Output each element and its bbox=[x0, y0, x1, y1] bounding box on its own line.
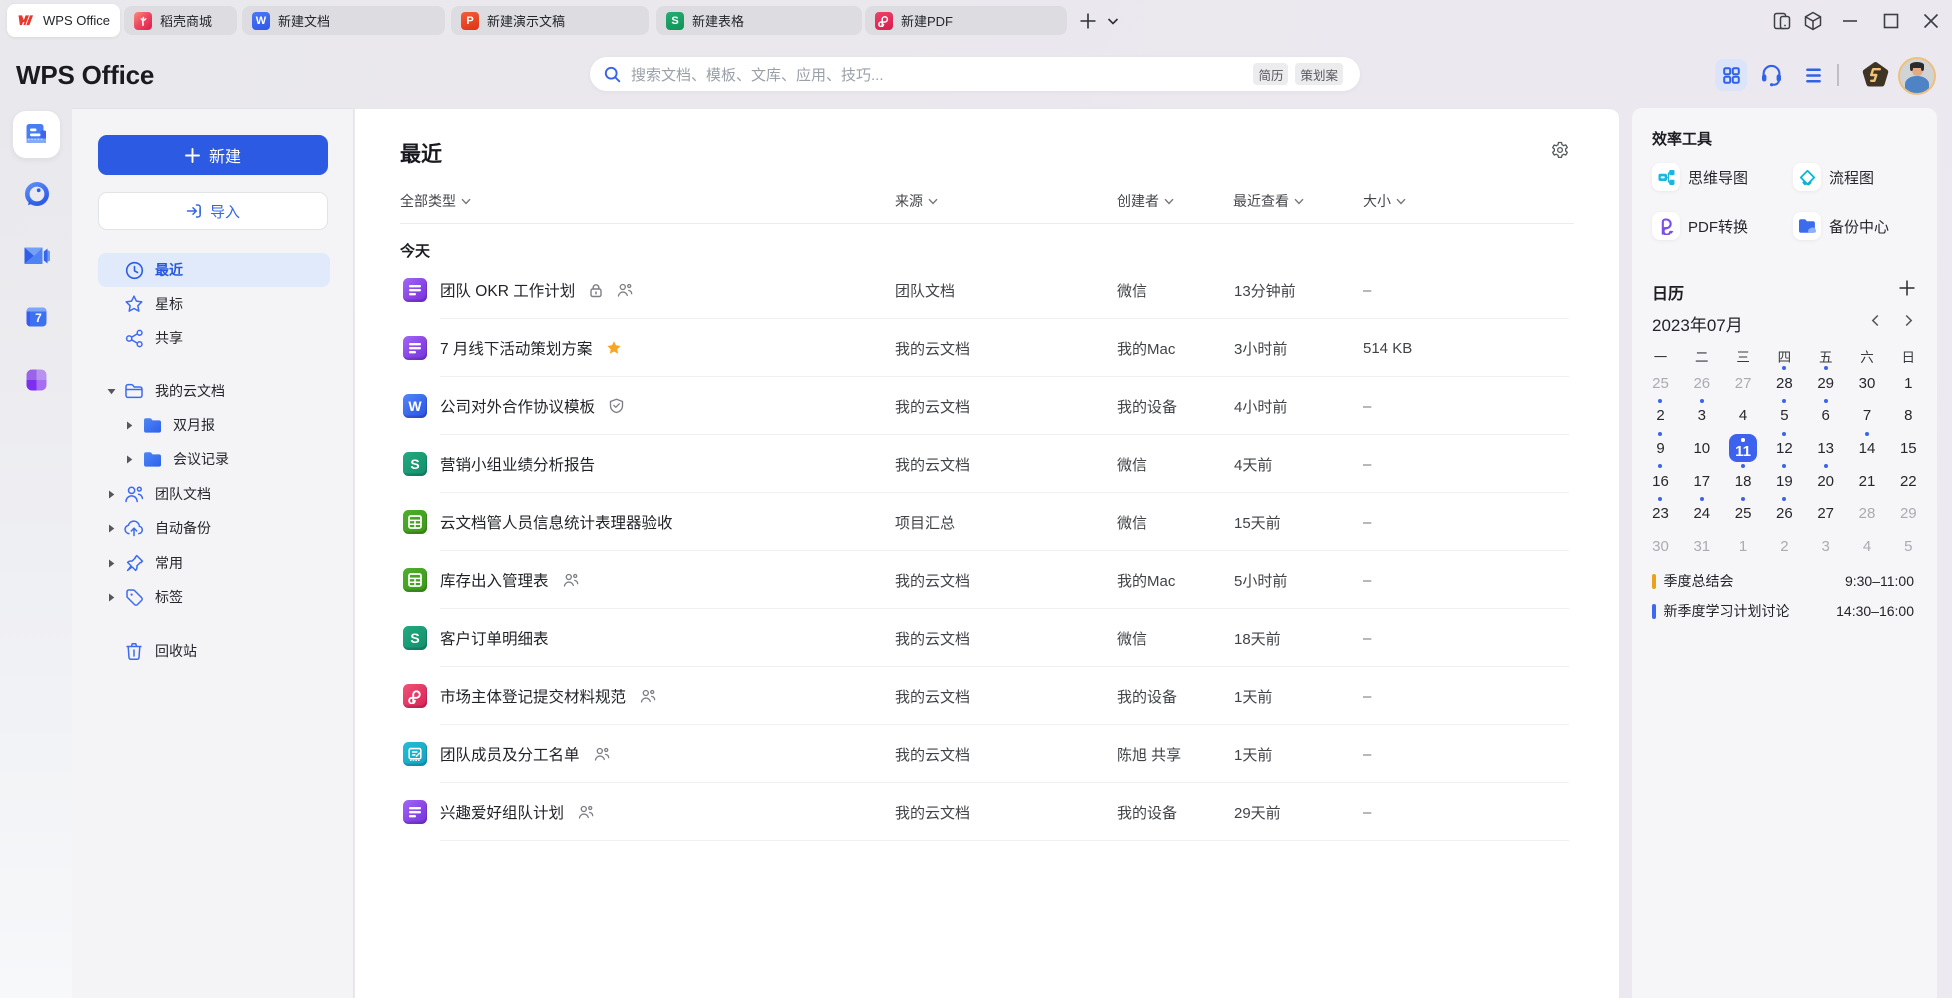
svg-text:7: 7 bbox=[35, 311, 42, 325]
